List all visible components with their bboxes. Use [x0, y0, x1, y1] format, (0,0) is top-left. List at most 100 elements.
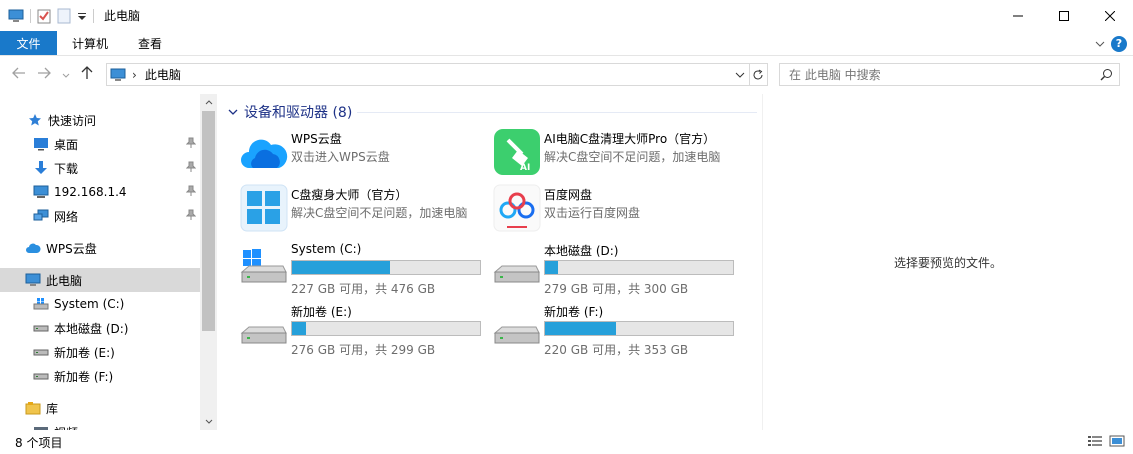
sidebar-item-libraries[interactable]: 库 [0, 396, 200, 420]
library-icon [24, 399, 42, 417]
svg-text:AI: AI [520, 163, 530, 173]
sidebar-item-wps-cloud[interactable]: WPS云盘 [0, 236, 200, 260]
computer-icon [110, 68, 126, 82]
collapse-chevron-icon[interactable] [228, 104, 238, 120]
maximize-button[interactable] [1041, 0, 1087, 31]
sidebar-item-192-168-1-4[interactable]: 192.168.1.4 [0, 180, 200, 204]
drive-name: 新加卷 (F:) [544, 305, 604, 319]
breadcrumb-chevron-icon[interactable]: › [132, 68, 137, 82]
preview-message: 选择要预览的文件。 [893, 255, 1002, 270]
group-divider [357, 112, 757, 113]
maximize-icon [1059, 10, 1069, 21]
app-description: 双击运行百度网盘 [544, 206, 641, 220]
sidebar-item-label: System (C:) [54, 297, 125, 311]
ai-cleaner-icon: AI [492, 128, 542, 178]
app-description: 双击进入WPS云盘 [291, 150, 390, 164]
sidebar-item-videos[interactable]: 视频 [0, 420, 200, 430]
app-name: WPS云盘 [291, 132, 342, 146]
drive-space-text: 279 GB 可用，共 300 GB [544, 282, 689, 296]
forward-arrow-icon[interactable] [37, 67, 51, 83]
app-tile-wps-cloud[interactable]: WPS云盘 双击进入WPS云盘 [239, 128, 489, 178]
address-bar[interactable]: › 此电脑 [106, 63, 750, 86]
sidebar-item-network[interactable]: 网络 [0, 204, 200, 228]
group-header[interactable]: 设备和驱动器 (8) [228, 102, 352, 122]
tab-view[interactable]: 查看 [123, 31, 177, 55]
item-count: 8 个项目 [15, 435, 63, 450]
close-button[interactable] [1087, 0, 1133, 31]
download-arrow-icon [32, 159, 50, 177]
scroll-down-icon[interactable] [200, 413, 217, 430]
sidebar-item-label: 此电脑 [46, 273, 83, 288]
app-tile-baidu-netdisk[interactable]: 百度网盘 双击运行百度网盘 [492, 184, 742, 234]
drive-tile-new-volume-f[interactable]: 新加卷 (F:) 220 GB 可用，共 353 GB [492, 301, 742, 357]
search-box[interactable] [779, 63, 1120, 86]
sidebar-item-label: 本地磁盘 (D:) [54, 321, 129, 336]
drive-icon [32, 319, 50, 337]
drive-tile-new-volume-e[interactable]: 新加卷 (E:) 276 GB 可用，共 299 GB [239, 301, 489, 357]
drive-space-text: 276 GB 可用，共 299 GB [291, 343, 436, 357]
search-input[interactable] [789, 67, 1089, 82]
drive-name: System (C:) [291, 242, 362, 256]
drive-icon [32, 367, 50, 385]
quick-access-toolbar [0, 0, 94, 31]
properties-icon[interactable] [37, 8, 51, 24]
sidebar-item-desktop[interactable]: 桌面 [0, 132, 200, 156]
help-button[interactable]: ? [1111, 35, 1127, 52]
customize-dropdown-icon[interactable] [77, 11, 87, 21]
drive-icon [239, 301, 289, 351]
sidebar-item-label: 192.168.1.4 [54, 185, 127, 199]
tab-computer[interactable]: 计算机 [57, 31, 123, 55]
c-slim-icon [239, 184, 289, 234]
sidebar-item-new-volume-f[interactable]: 新加卷 (F:) [0, 364, 200, 388]
computer-icon [24, 271, 42, 289]
pin-icon[interactable] [185, 137, 197, 152]
sidebar-item-downloads[interactable]: 下载 [0, 156, 200, 180]
app-tile-ai-cleaner[interactable]: AI AI电脑C盘清理大师Pro（官方） 解决C盘空间不足问题，加速电脑 [492, 128, 742, 178]
sidebar-item-label: 桌面 [54, 137, 79, 152]
sidebar-item-system-c[interactable]: System (C:) [0, 292, 200, 316]
drive-usage-fill [292, 261, 391, 274]
search-icon[interactable] [1100, 68, 1113, 84]
sidebar-item-quick-access[interactable]: 快速访问 [0, 108, 200, 132]
title-bar: 此电脑 [0, 0, 1133, 31]
computer-icon[interactable] [8, 9, 24, 23]
window-title: 此电脑 [104, 9, 141, 23]
app-name: C盘瘦身大师（官方） [291, 188, 408, 202]
sidebar-item-local-disk-d[interactable]: 本地磁盘 (D:) [0, 316, 200, 340]
network-icon [32, 207, 50, 225]
drive-usage-bar [291, 321, 481, 336]
pin-icon[interactable] [185, 209, 197, 224]
breadcrumb[interactable]: 此电脑 [145, 66, 181, 83]
sidebar-item-this-pc[interactable]: 此电脑 [0, 268, 200, 292]
drive-name: 新加卷 (E:) [291, 305, 352, 319]
tab-file[interactable]: 文件 [0, 31, 57, 55]
large-icons-view-icon[interactable] [1109, 435, 1125, 450]
app-tile-c-slim[interactable]: C盘瘦身大师（官方） 解决C盘空间不足问题，加速电脑 [239, 184, 489, 234]
address-dropdown-icon[interactable] [735, 68, 745, 82]
back-arrow-icon[interactable] [12, 67, 26, 83]
up-arrow-icon[interactable] [81, 66, 93, 84]
drive-space-text: 220 GB 可用，共 353 GB [544, 343, 689, 357]
sidebar-scrollbar[interactable] [200, 94, 217, 430]
sidebar-item-new-volume-e[interactable]: 新加卷 (E:) [0, 340, 200, 364]
pin-icon[interactable] [185, 185, 197, 200]
scroll-up-icon[interactable] [200, 94, 217, 111]
close-icon [1105, 10, 1115, 21]
sidebar-item-label: WPS云盘 [46, 241, 97, 256]
drive-usage-bar [544, 260, 734, 275]
new-folder-icon[interactable] [57, 8, 71, 24]
expand-ribbon-icon[interactable] [1095, 41, 1105, 47]
drive-tile-system-c[interactable]: System (C:) 227 GB 可用，共 476 GB [239, 240, 489, 296]
network-computer-icon [32, 183, 50, 201]
pin-icon[interactable] [185, 161, 197, 176]
recent-locations-icon[interactable] [62, 67, 70, 83]
details-view-icon[interactable] [1087, 435, 1103, 450]
drive-tile-local-disk-d[interactable]: 本地磁盘 (D:) 279 GB 可用，共 300 GB [492, 240, 742, 296]
minimize-button[interactable] [995, 0, 1041, 31]
drive-usage-fill [545, 322, 616, 335]
wps-cloud-icon [239, 128, 289, 178]
app-description: 解决C盘空间不足问题，加速电脑 [544, 150, 721, 164]
refresh-button[interactable] [748, 63, 768, 86]
scrollbar-thumb[interactable] [202, 111, 215, 331]
drive-usage-fill [545, 261, 559, 274]
